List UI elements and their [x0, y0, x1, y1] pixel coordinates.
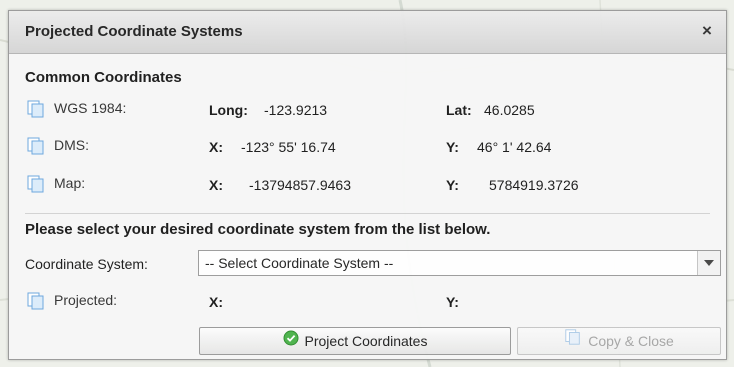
row-label: DMS: — [54, 137, 89, 153]
copy-icon[interactable] — [26, 99, 46, 119]
x-value: -123° 55' 16.74 — [241, 139, 336, 155]
x-value: -13794857.9463 — [249, 177, 351, 193]
coordinate-system-label: Coordinate System: — [25, 256, 148, 272]
copy-close-button[interactable]: Copy & Close — [517, 327, 721, 355]
row-label: WGS 1984: — [54, 100, 127, 116]
coord-row-wgs1984: WGS 1984: Long: -123.9213 Lat: 46.0285 — [9, 99, 726, 123]
instruction-text: Please select your desired coordinate sy… — [25, 221, 491, 238]
y-key: Y: — [446, 177, 459, 193]
projected-label: Projected: — [54, 292, 118, 308]
lat-value: 46.0285 — [484, 102, 535, 118]
row-label: Map: — [54, 175, 86, 191]
dialog-titlebar: Projected Coordinate Systems × — [9, 11, 726, 54]
project-coordinates-label: Project Coordinates — [304, 333, 428, 349]
x-key: X: — [209, 177, 223, 193]
projected-y-key: Y: — [446, 294, 459, 310]
copy-close-label: Copy & Close — [588, 333, 674, 349]
project-coordinates-button[interactable]: Project Coordinates — [199, 327, 511, 355]
dialog-title: Projected Coordinate Systems — [25, 23, 243, 40]
y-value: 5784919.3726 — [489, 177, 579, 193]
common-coordinates-heading: Common Coordinates — [25, 69, 182, 86]
coordinate-system-select[interactable]: -- Select Coordinate System -- — [198, 250, 721, 276]
check-circle-icon — [283, 328, 299, 354]
copy-icon[interactable] — [26, 136, 46, 156]
close-icon[interactable]: × — [698, 22, 716, 40]
x-key: X: — [209, 139, 223, 155]
projected-coordinate-systems-dialog: Projected Coordinate Systems × Common Co… — [8, 10, 727, 360]
projected-row: Projected: X: Y: — [9, 291, 726, 315]
long-value: -123.9213 — [264, 102, 328, 118]
section-divider — [25, 213, 710, 214]
copy-icon[interactable] — [26, 291, 46, 311]
y-key: Y: — [446, 139, 459, 155]
copy-icon[interactable] — [26, 174, 46, 194]
copy-icon — [564, 328, 582, 354]
projected-x-key: X: — [209, 294, 223, 310]
coordinate-system-selected: -- Select Coordinate System -- — [205, 255, 394, 271]
long-key: Long: — [209, 102, 248, 118]
chevron-down-icon[interactable] — [697, 251, 720, 275]
y-value: 46° 1' 42.64 — [477, 139, 552, 155]
coord-row-dms: DMS: X: -123° 55' 16.74 Y: 46° 1' 42.64 — [9, 136, 726, 160]
lat-key: Lat: — [446, 102, 472, 118]
coord-row-map: Map: X: -13794857.9463 Y: 5784919.3726 — [9, 174, 726, 198]
